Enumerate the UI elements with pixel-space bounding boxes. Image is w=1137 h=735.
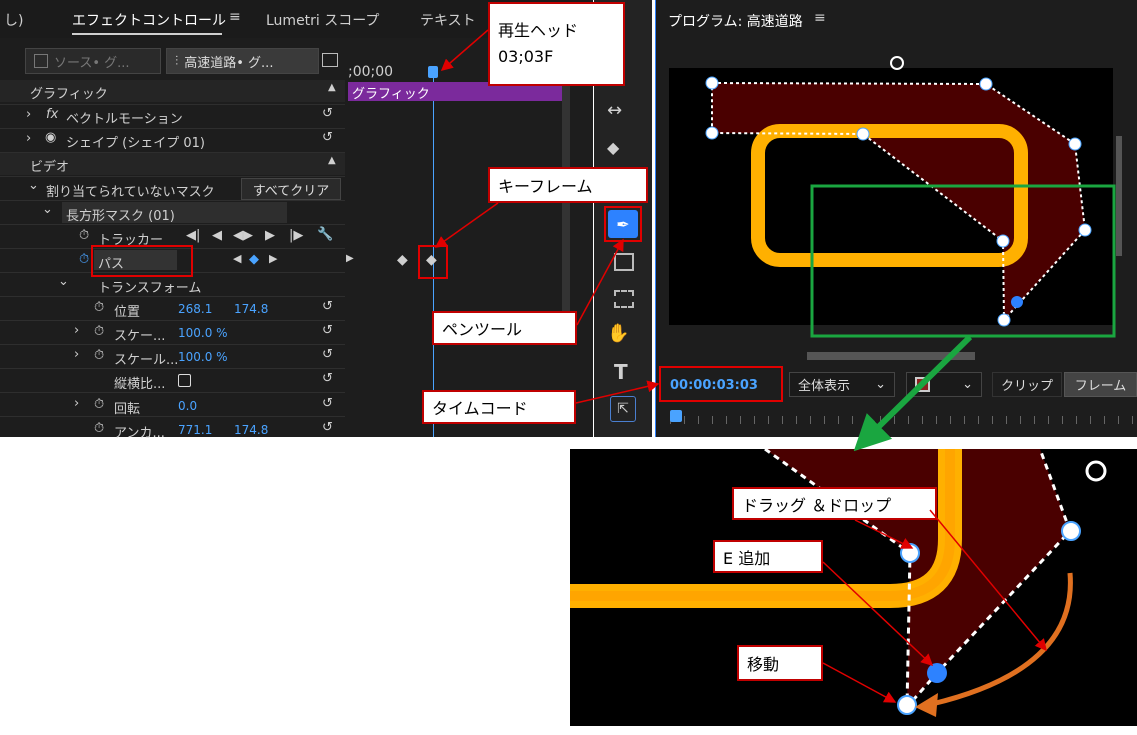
annotation-arrows	[434, 29, 1047, 703]
keyframe-arrow	[434, 202, 499, 248]
playhead-arrow	[440, 29, 489, 71]
drag-drop-arrow-1	[854, 519, 914, 549]
e-add-arrow	[822, 561, 934, 667]
timecode-arrow	[575, 380, 660, 404]
move-arrow-pointer	[822, 662, 897, 703]
pen-arrow	[576, 238, 624, 326]
zoom-arrow	[853, 334, 973, 452]
drag-drop-arrow-2	[929, 509, 1047, 652]
